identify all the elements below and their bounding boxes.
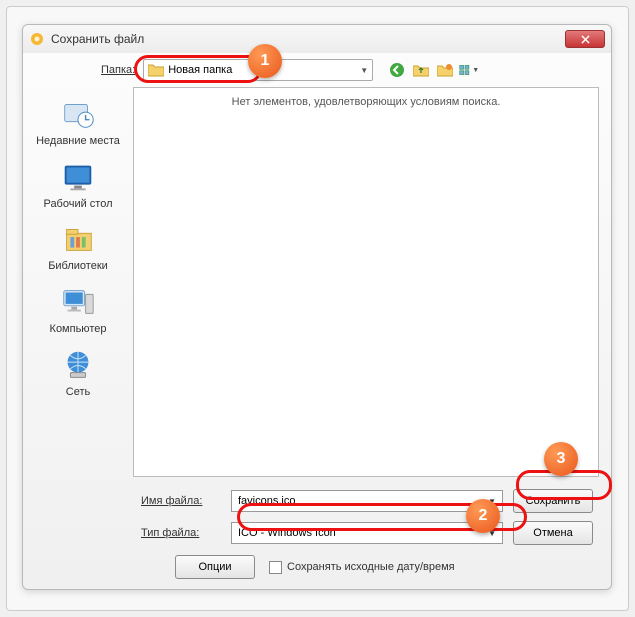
window-title: Сохранить файл xyxy=(51,32,565,46)
checkbox-label: Сохранять исходные дату/время xyxy=(287,561,455,573)
close-icon xyxy=(581,35,590,44)
nav-view-button[interactable]: ▼ xyxy=(459,60,479,80)
folder-name: Новая папка xyxy=(168,64,232,76)
preserve-date-checkbox[interactable]: Сохранять исходные дату/время xyxy=(269,561,455,574)
nav-toolbar: ▼ xyxy=(387,60,479,80)
chevron-down-icon: ▼ xyxy=(360,66,368,75)
nav-back-button[interactable] xyxy=(387,60,407,80)
nav-up-button[interactable] xyxy=(411,60,431,80)
save-dialog: Сохранить файл Папка: Новая папка ▼ ▼ Не… xyxy=(22,24,612,590)
recent-icon xyxy=(59,95,97,133)
filetype-value: ICO - Windows Icon xyxy=(238,527,336,539)
back-icon xyxy=(389,62,405,78)
new-folder-icon xyxy=(437,63,453,77)
place-computer[interactable]: Компьютер xyxy=(33,283,123,336)
network-icon xyxy=(59,346,97,384)
filename-row: Имя файла: favicons.ico ▼ Сохранить xyxy=(141,489,599,513)
chevron-down-icon: ▼ xyxy=(488,497,496,506)
view-icon xyxy=(459,63,471,77)
empty-message: Нет элементов, удовлетворяющих условиям … xyxy=(232,96,501,108)
places-sidebar: Недавние места Рабочий стол Библиотеки К… xyxy=(23,87,133,477)
titlebar: Сохранить файл xyxy=(23,25,611,53)
folder-bar: Папка: Новая папка ▼ ▼ xyxy=(23,53,611,87)
filetype-row: Тип файла: ICO - Windows Icon ▼ Отмена xyxy=(141,521,599,545)
desktop-icon xyxy=(59,158,97,196)
place-label: Сеть xyxy=(66,386,90,399)
folder-icon xyxy=(148,63,164,77)
place-label: Библиотеки xyxy=(48,260,108,273)
place-recent[interactable]: Недавние места xyxy=(33,95,123,148)
folder-up-icon xyxy=(413,63,429,77)
folder-label: Папка: xyxy=(101,64,135,76)
filename-input[interactable]: favicons.ico ▼ xyxy=(231,490,503,512)
place-network[interactable]: Сеть xyxy=(33,346,123,399)
lower-panel: Имя файла: favicons.ico ▼ Сохранить Тип … xyxy=(23,477,611,585)
folder-combo[interactable]: Новая папка ▼ xyxy=(143,59,373,81)
filename-label: Имя файла: xyxy=(141,495,221,507)
options-row: Опции Сохранять исходные дату/время xyxy=(141,555,599,579)
place-libraries[interactable]: Библиотеки xyxy=(33,220,123,273)
filetype-select[interactable]: ICO - Windows Icon ▼ xyxy=(231,522,503,544)
chevron-down-icon: ▼ xyxy=(488,529,496,538)
place-desktop[interactable]: Рабочий стол xyxy=(33,158,123,211)
file-list-area[interactable]: Нет элементов, удовлетворяющих условиям … xyxy=(133,87,599,477)
checkbox-icon xyxy=(269,561,282,574)
filename-value: favicons.ico xyxy=(238,495,295,507)
close-button[interactable] xyxy=(565,30,605,48)
body-area: Недавние места Рабочий стол Библиотеки К… xyxy=(23,87,611,477)
app-icon xyxy=(29,31,45,47)
libraries-icon xyxy=(59,220,97,258)
place-label: Рабочий стол xyxy=(43,198,112,211)
place-label: Недавние места xyxy=(36,135,120,148)
computer-icon xyxy=(59,283,97,321)
filetype-label: Тип файла: xyxy=(141,527,221,539)
options-button[interactable]: Опции xyxy=(175,555,255,579)
save-button[interactable]: Сохранить xyxy=(513,489,593,513)
cancel-button[interactable]: Отмена xyxy=(513,521,593,545)
place-label: Компьютер xyxy=(50,323,107,336)
nav-newfolder-button[interactable] xyxy=(435,60,455,80)
